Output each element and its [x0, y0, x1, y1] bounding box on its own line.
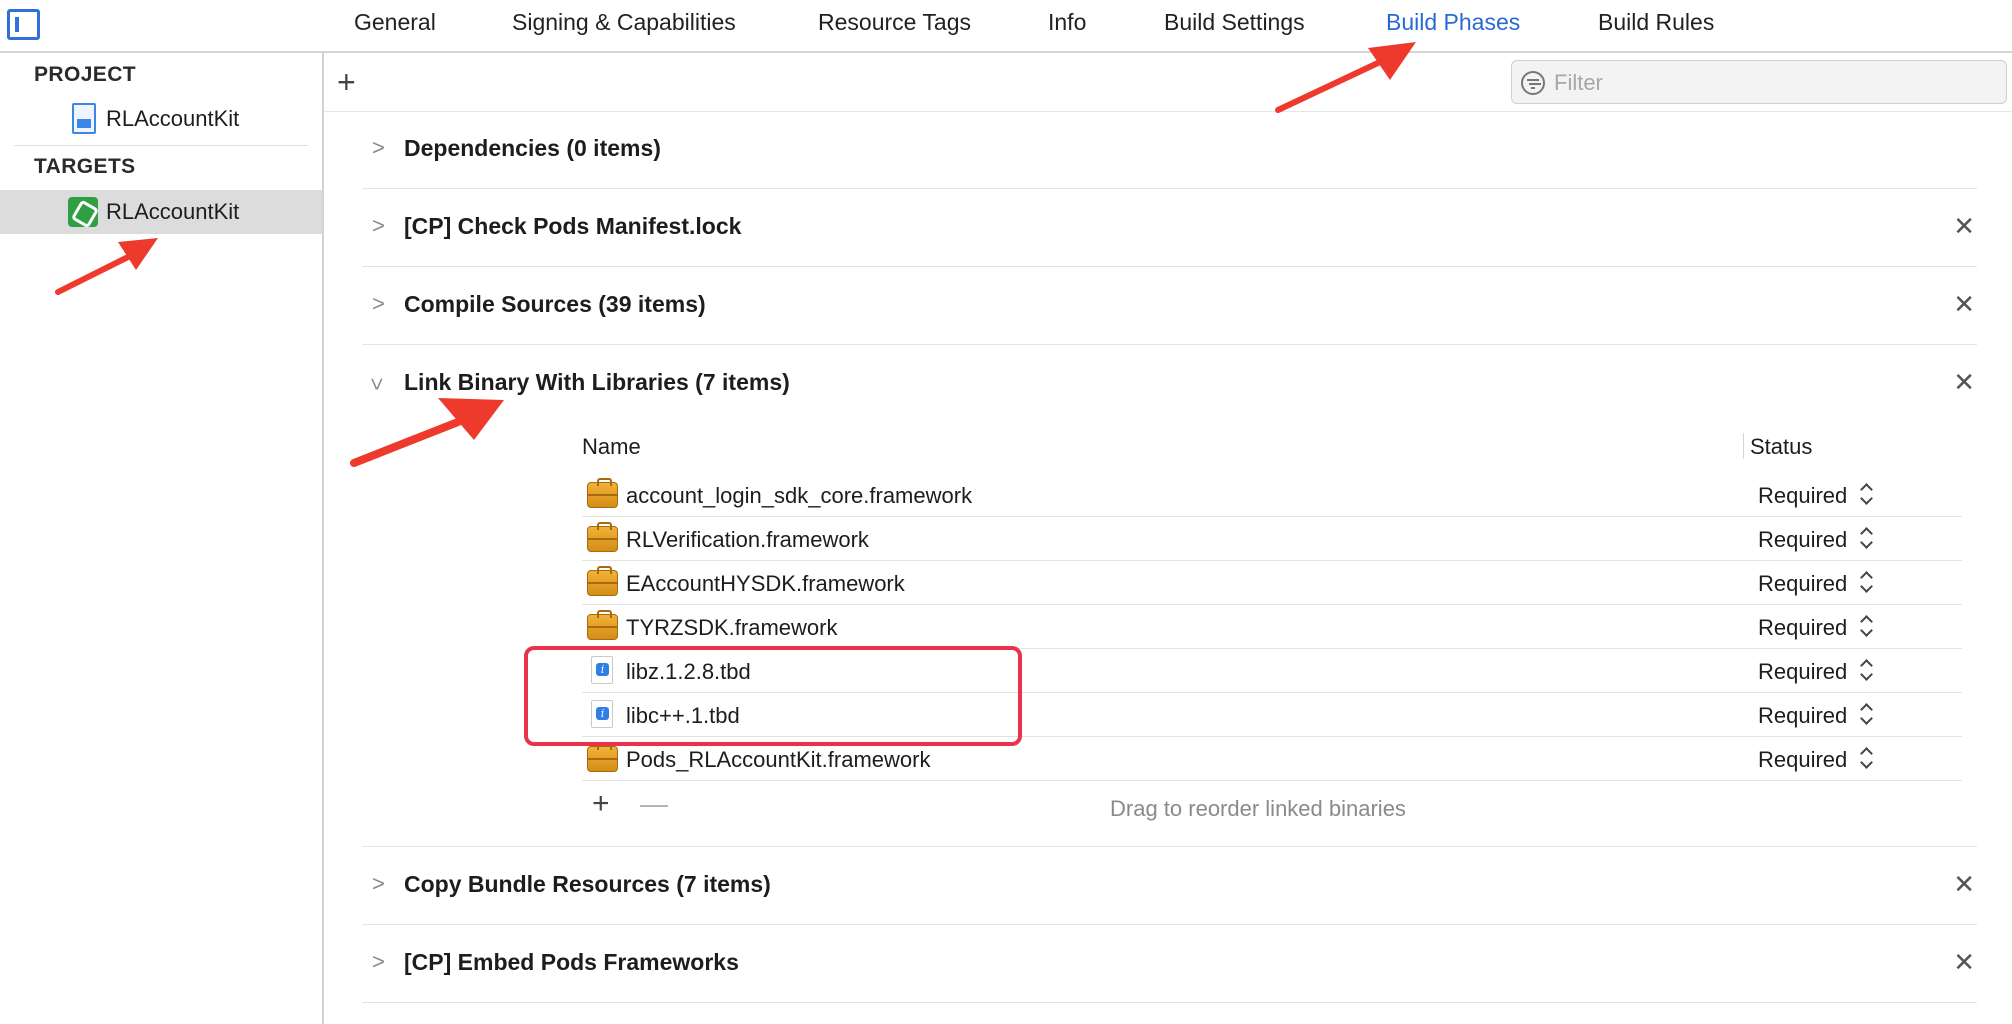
annotation-arrow-link-binary [350, 398, 504, 467]
annotation-arrow-build-phases [1275, 42, 1416, 113]
annotation-arrows [55, 42, 1416, 467]
annotation-arrow-target [55, 238, 158, 295]
